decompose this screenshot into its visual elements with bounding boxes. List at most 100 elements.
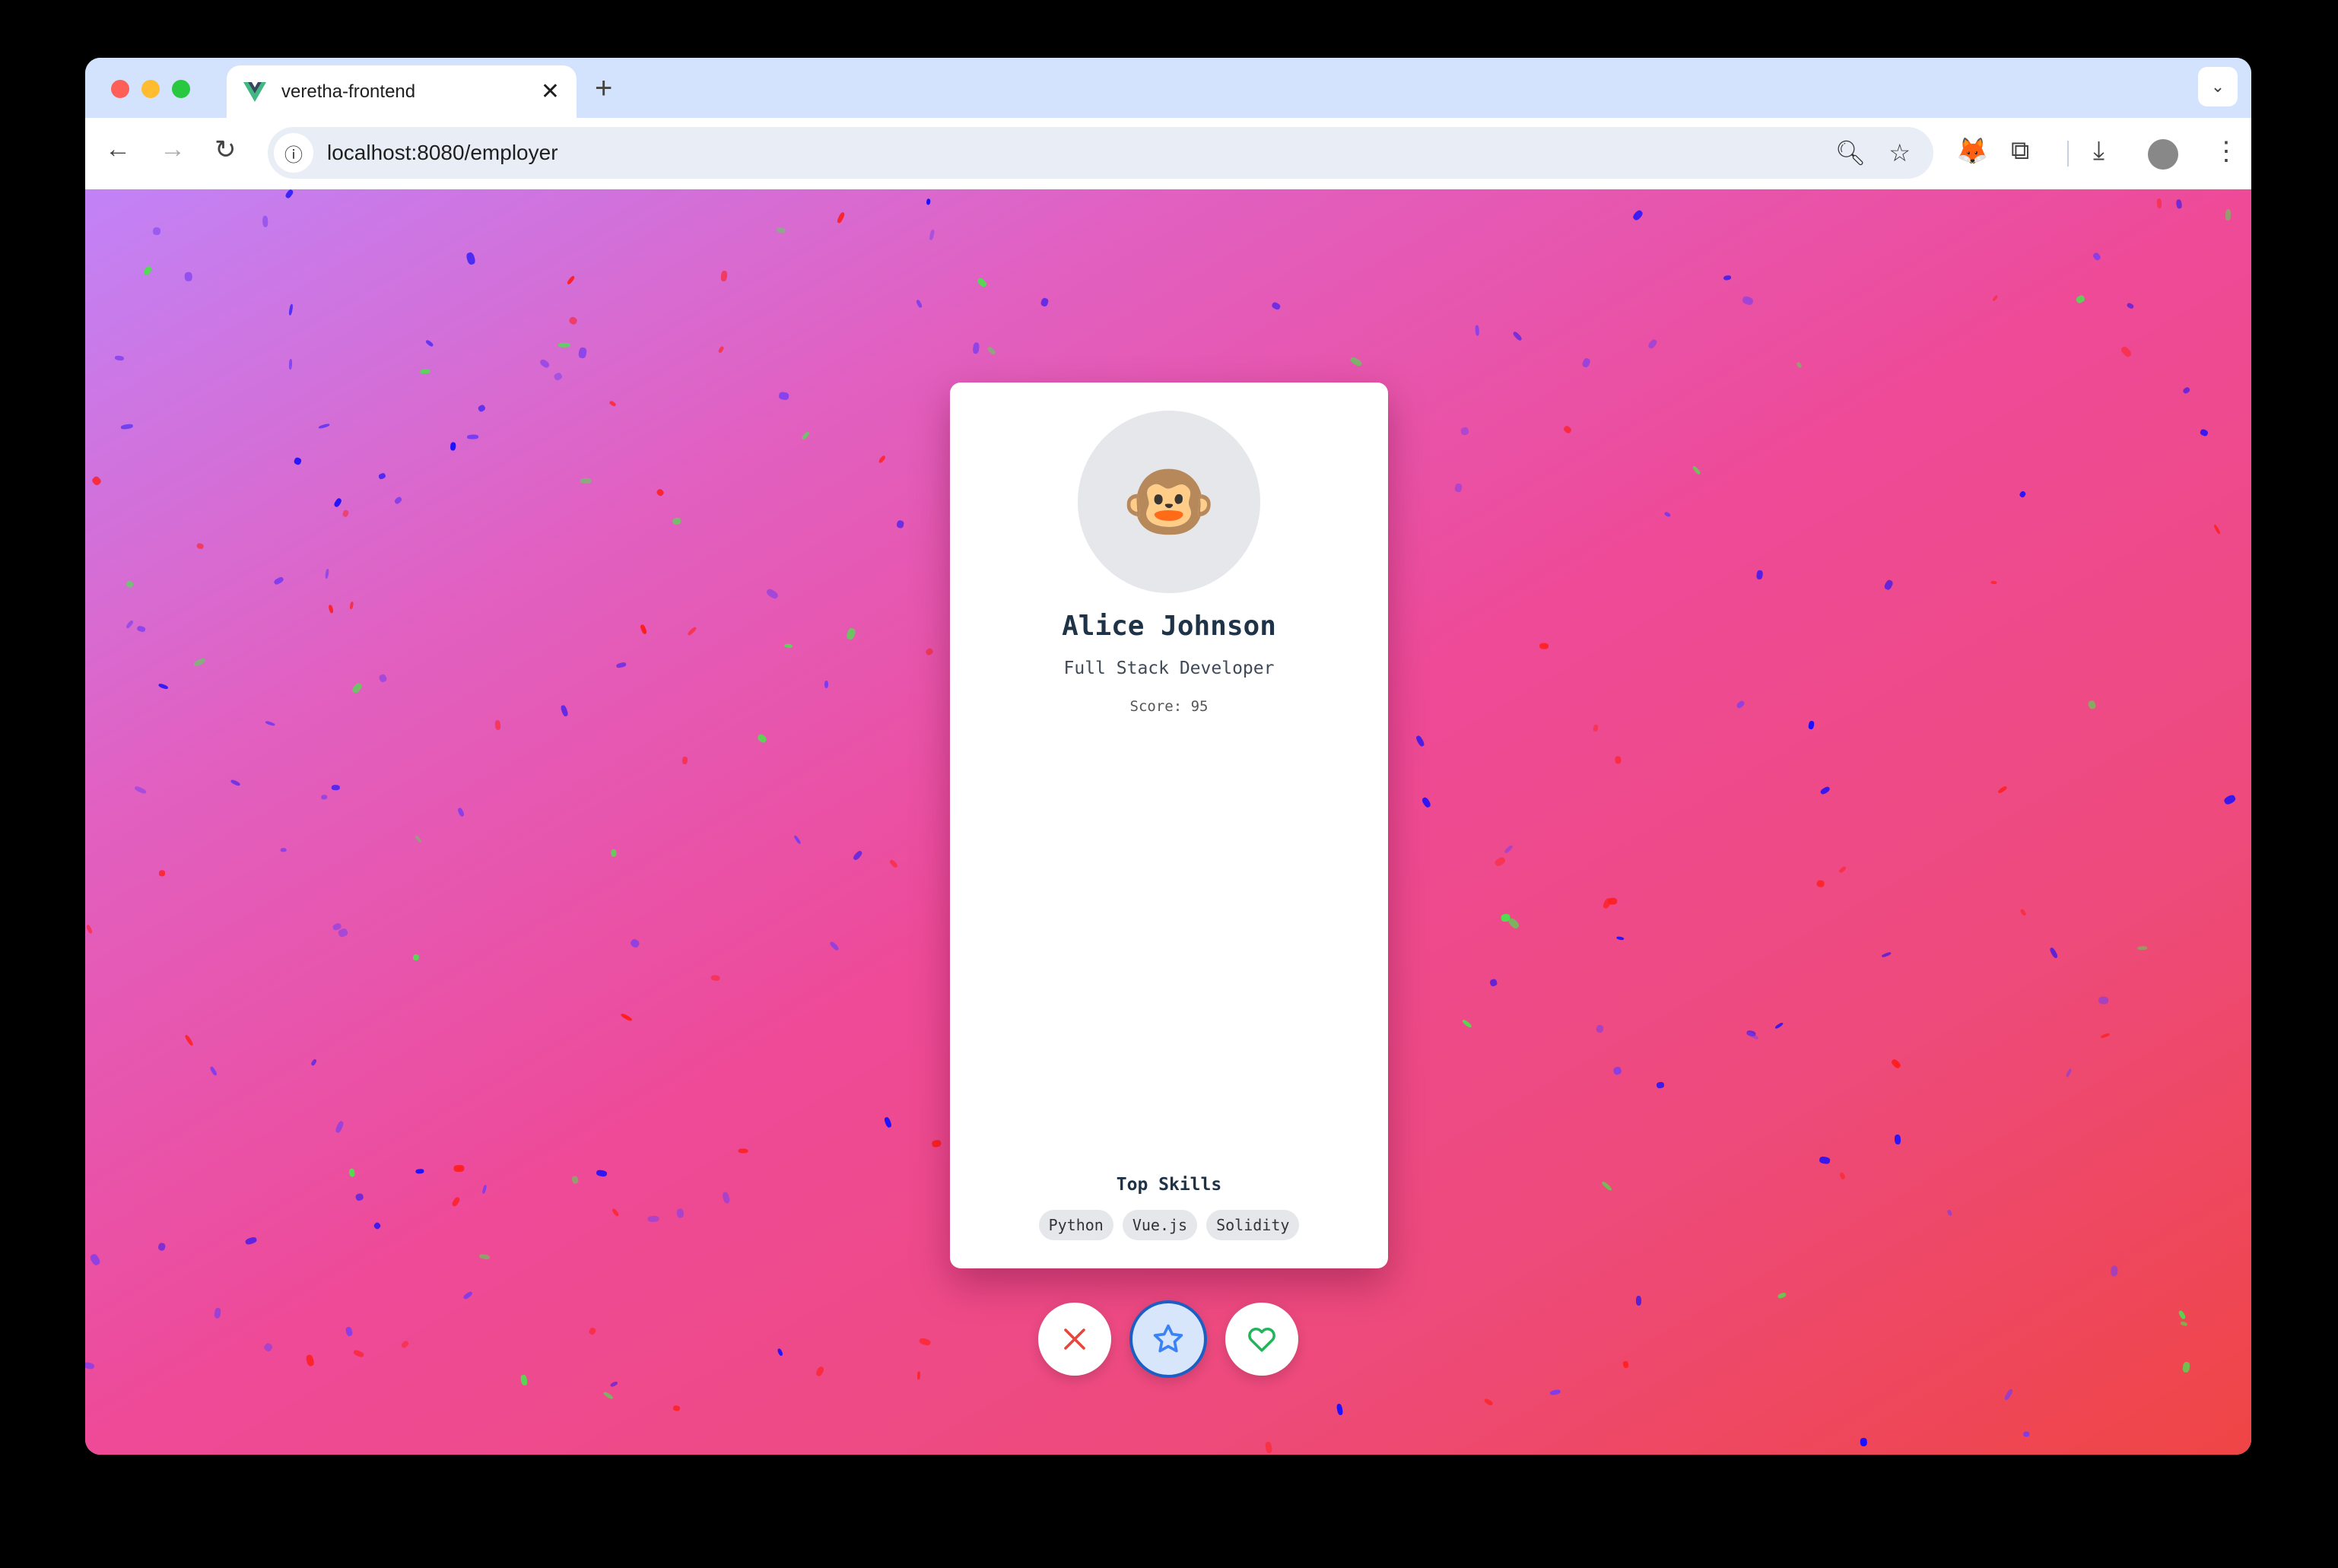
- tab-search-chevron-icon[interactable]: ⌄: [2198, 67, 2238, 106]
- confetti-piece: [1860, 1438, 1867, 1447]
- confetti-piece: [411, 954, 420, 962]
- confetti-piece: [348, 1168, 355, 1177]
- confetti-piece: [478, 1254, 490, 1261]
- confetti-piece: [783, 643, 793, 649]
- confetti-piece: [558, 343, 571, 348]
- reject-button[interactable]: [1038, 1303, 1111, 1376]
- confetti-piece: [280, 847, 287, 852]
- confetti-piece: [414, 834, 422, 843]
- heart-icon: [1248, 1328, 1275, 1352]
- confetti-piece: [2120, 345, 2133, 359]
- confetti-piece: [158, 869, 166, 876]
- confetti-piece: [477, 404, 487, 413]
- confetti-piece: [325, 569, 330, 579]
- confetti-piece: [152, 227, 160, 236]
- confetti-piece: [1614, 755, 1622, 764]
- confetti-piece: [1601, 897, 1612, 910]
- more-menu-icon[interactable]: ⋮: [2213, 136, 2239, 167]
- vue-logo-icon: [243, 81, 266, 102]
- tab-close-icon[interactable]: ✕: [541, 78, 560, 105]
- confetti-piece: [85, 924, 93, 935]
- confetti-piece: [824, 680, 829, 689]
- confetti-piece: [929, 229, 936, 241]
- new-tab-button[interactable]: +: [595, 71, 612, 106]
- reload-icon[interactable]: ↻: [214, 135, 237, 165]
- swipe-actions: [85, 1300, 2251, 1378]
- metamask-fox-icon[interactable]: 🦊: [1956, 136, 1988, 167]
- close-window-button[interactable]: [111, 80, 129, 98]
- confetti-piece: [776, 227, 786, 234]
- back-arrow-icon[interactable]: ←: [105, 135, 131, 164]
- confetti-piece: [2003, 1388, 2014, 1401]
- confetti-piece: [2225, 208, 2231, 221]
- confetti-piece: [1808, 720, 1815, 730]
- confetti-piece: [718, 345, 726, 354]
- page-content: 🐵 Alice Johnson Full Stack Developer Sco…: [85, 189, 2251, 1455]
- confetti-piece: [348, 601, 354, 610]
- confetti-piece: [354, 1192, 365, 1201]
- confetti-piece: [453, 1165, 464, 1173]
- confetti-piece: [1656, 1081, 1665, 1089]
- confetti-piece: [2023, 1431, 2030, 1437]
- confetti-piece: [2156, 198, 2162, 208]
- confetti-piece: [681, 757, 688, 766]
- confetti-piece: [578, 347, 587, 358]
- profile-avatar[interactable]: [2148, 139, 2178, 170]
- site-info-icon[interactable]: ⓘ: [274, 133, 313, 173]
- bookmark-star-icon[interactable]: ☆: [1889, 138, 1911, 167]
- tab-active[interactable]: veretha-frontend ✕: [227, 65, 577, 118]
- confetti-piece: [538, 358, 551, 370]
- confetti-piece: [333, 497, 343, 508]
- confetti-piece: [184, 271, 192, 281]
- confetti-piece: [462, 1290, 474, 1301]
- confetti-piece: [265, 720, 275, 727]
- url-text[interactable]: localhost:8080/employer: [327, 141, 1835, 165]
- confetti-piece: [338, 928, 349, 938]
- confetti-piece: [120, 423, 133, 430]
- confetti-piece: [424, 339, 434, 348]
- superlike-button[interactable]: [1129, 1300, 1207, 1378]
- confetti-piece: [647, 1215, 660, 1223]
- confetti-piece: [230, 779, 241, 787]
- confetti-piece: [1593, 724, 1599, 732]
- like-button[interactable]: [1225, 1303, 1298, 1376]
- confetti-piece: [620, 1013, 634, 1023]
- confetti-piece: [1601, 1180, 1613, 1192]
- confetti-piece: [2213, 524, 2222, 535]
- confetti-piece: [1040, 297, 1050, 308]
- confetti-piece: [1549, 1389, 1561, 1396]
- confetti-piece: [1616, 935, 1625, 941]
- minimize-window-button[interactable]: [141, 80, 160, 98]
- confetti-piece: [2098, 996, 2110, 1005]
- confetti-piece: [1265, 1441, 1273, 1454]
- confetti-piece: [2176, 198, 2183, 209]
- confetti-piece: [393, 496, 403, 506]
- confetti-piece: [465, 252, 476, 266]
- confetti-piece: [926, 198, 931, 205]
- download-icon[interactable]: ⤓: [2093, 136, 2105, 166]
- confetti-piece: [293, 457, 303, 466]
- maximize-window-button[interactable]: [172, 80, 190, 98]
- zoom-icon[interactable]: 🔍︎: [1835, 138, 1866, 167]
- confetti-piece: [931, 1139, 942, 1148]
- confetti-piece: [1796, 361, 1803, 370]
- skill-chip: Solidity: [1206, 1210, 1300, 1240]
- confetti-piece: [1815, 879, 1825, 888]
- confetti-piece: [560, 704, 569, 717]
- confetti-piece: [1475, 325, 1480, 336]
- confetti-piece: [829, 941, 840, 952]
- address-bar[interactable]: ⓘ localhost:8080/employer 🔍︎ ☆: [268, 127, 1933, 179]
- confetti-piece: [89, 1252, 102, 1267]
- confetti-piece: [1881, 951, 1892, 958]
- confetti-piece: [2126, 302, 2135, 309]
- confetti-piece: [91, 475, 102, 487]
- candidate-card[interactable]: 🐵 Alice Johnson Full Stack Developer Sco…: [950, 382, 1388, 1268]
- confetti-piece: [456, 807, 465, 817]
- confetti-piece: [971, 341, 980, 354]
- toolbar-divider: [2067, 141, 2069, 167]
- confetti-piece: [629, 938, 641, 950]
- confetti-piece: [1580, 357, 1592, 369]
- extensions-puzzle-icon[interactable]: ⧉: [2011, 136, 2029, 166]
- confetti-piece: [1503, 844, 1514, 854]
- forward-arrow-icon[interactable]: →: [160, 135, 186, 164]
